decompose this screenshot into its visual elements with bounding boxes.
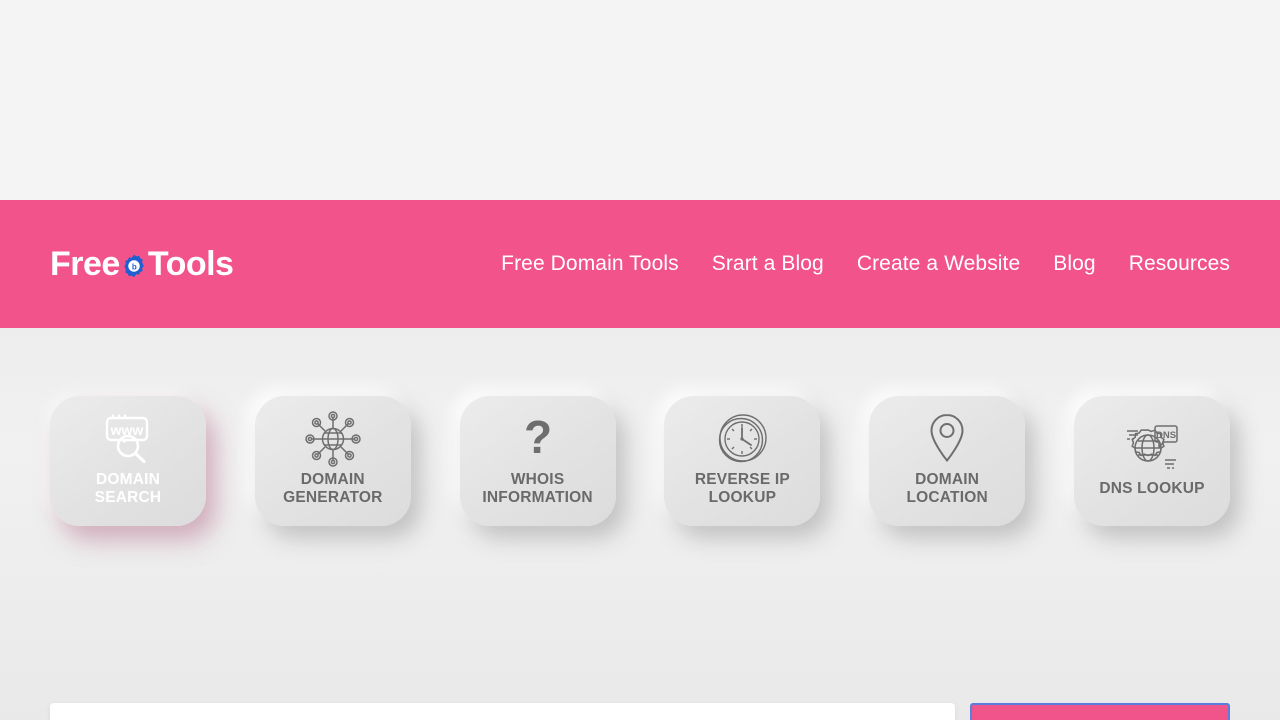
tool-card-domain-generator[interactable]: DOMAIN GENERATOR: [254, 396, 411, 526]
tool-card-label: DOMAIN SEARCH: [94, 470, 162, 506]
map-pin-icon: [925, 411, 969, 467]
tool-card-domain-search[interactable]: www DOMAIN SEARCH: [50, 396, 206, 526]
svg-text:b: b: [132, 263, 137, 272]
gear-icon: b: [121, 253, 147, 279]
site-header: Free b Tools Free Domain Tools Srart a B…: [0, 200, 1280, 328]
tool-card-label: DNS LOOKUP: [1099, 479, 1205, 497]
domain-search-row: SEARCH: [50, 703, 1230, 720]
tool-card-list: www DOMAIN SEARCH DOMAIN GENERATOR ? WHO…: [50, 396, 1230, 526]
tool-card-label: WHOIS INFORMATION: [482, 470, 593, 506]
svg-text:DNS: DNS: [1156, 430, 1176, 441]
tool-card-whois-information[interactable]: ? WHOIS INFORMATION: [459, 396, 616, 526]
logo-text-tools: Tools: [147, 244, 234, 283]
tool-card-domain-location[interactable]: DOMAIN LOCATION: [869, 396, 1026, 526]
svg-text:?: ?: [524, 413, 552, 463]
search-input[interactable]: [50, 703, 955, 720]
nav-item-resources[interactable]: Resources: [1129, 252, 1230, 276]
network-globe-icon: [305, 410, 361, 467]
nav-item-blog[interactable]: Blog: [1053, 252, 1095, 276]
site-logo[interactable]: Free b Tools: [50, 244, 234, 284]
tool-card-label: DOMAIN LOCATION: [906, 470, 988, 506]
tool-card-label: DOMAIN GENERATOR: [283, 470, 383, 506]
nav-item-create-a-website[interactable]: Create a Website: [857, 252, 1020, 276]
nav-item-start-a-blog[interactable]: Srart a Blog: [712, 252, 824, 276]
logo-text-free: Free: [50, 244, 120, 283]
dns-globe-icon: DNS: [1121, 420, 1183, 476]
question-mark-icon: ?: [515, 411, 561, 467]
nav-item-free-domain-tools[interactable]: Free Domain Tools: [501, 252, 679, 276]
www-search-icon: www: [97, 411, 159, 467]
main-navigation: Free Domain Tools Srart a Blog Create a …: [501, 252, 1230, 276]
main-content: www DOMAIN SEARCH DOMAIN GENERATOR ? WHO…: [0, 328, 1280, 720]
clock-icon: [715, 411, 769, 467]
tool-card-reverse-ip-lookup[interactable]: REVERSE IP LOOKUP: [664, 396, 821, 526]
tool-card-label: REVERSE IP LOOKUP: [694, 470, 790, 506]
tool-card-dns-lookup[interactable]: DNS DNS LOOKUP: [1073, 396, 1230, 526]
search-button[interactable]: SEARCH: [970, 703, 1230, 720]
page-top-blank-area: [0, 0, 1280, 200]
